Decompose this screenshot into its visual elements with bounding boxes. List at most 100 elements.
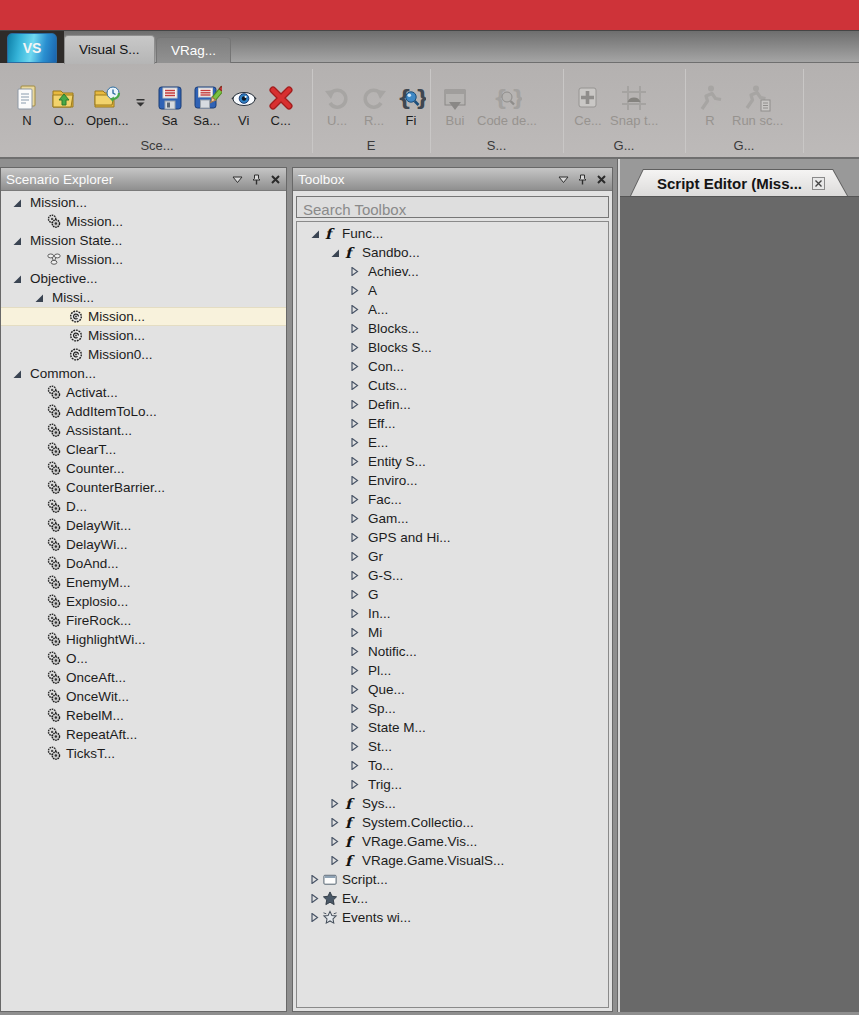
tree-item-mission0[interactable]: Mission0... — [1, 345, 286, 364]
expander-collapsed-icon[interactable] — [347, 381, 362, 390]
tree-item-missi[interactable]: Missi... — [1, 288, 286, 307]
script-editor-content[interactable] — [620, 196, 859, 1012]
tree-item-ev[interactable]: Ev... — [297, 889, 608, 908]
tree-item-defin[interactable]: Defin... — [297, 395, 608, 414]
tree-item-con[interactable]: Con... — [297, 357, 608, 376]
window-position-icon[interactable] — [558, 174, 569, 185]
tree-item-mission-state[interactable]: Mission State... — [1, 231, 286, 250]
expander-collapsed-icon[interactable] — [347, 685, 362, 694]
expander-expanded-icon[interactable] — [307, 229, 322, 239]
expander-collapsed-icon[interactable] — [347, 362, 362, 371]
tree-item-counter[interactable]: Counter... — [1, 459, 286, 478]
tree-item-counterbarrier[interactable]: CounterBarrier... — [1, 478, 286, 497]
tree-item-vrage-game-visuals[interactable]: fVRage.Game.VisualS... — [297, 851, 608, 870]
tree-item-system-collectio[interactable]: fSystem.Collectio... — [297, 813, 608, 832]
tree-item-pl[interactable]: Pl... — [297, 661, 608, 680]
expander-collapsed-icon[interactable] — [347, 628, 362, 637]
app-logo-button[interactable]: VS — [7, 33, 57, 63]
ribbon-tab-visual-scripting[interactable]: Visual S... — [64, 35, 155, 64]
toolbox-search-input[interactable] — [297, 197, 608, 217]
ribbon-button-open[interactable]: Open... — [86, 83, 129, 128]
tree-item-objective[interactable]: Objective... — [1, 269, 286, 288]
expander-collapsed-icon[interactable] — [347, 647, 362, 656]
tree-item-sys[interactable]: fSys... — [297, 794, 608, 813]
ribbon-button-c[interactable]: C... — [266, 83, 296, 128]
tree-item-g-s[interactable]: G-S... — [297, 566, 608, 585]
expander-collapsed-icon[interactable] — [327, 837, 342, 846]
tree-item-repeataft[interactable]: RepeatAft... — [1, 725, 286, 744]
tree-item-a[interactable]: A — [297, 281, 608, 300]
pin-icon[interactable] — [577, 174, 588, 185]
ribbon-button-vi[interactable]: Vi — [229, 83, 259, 128]
tree-item-mission[interactable]: Mission... — [1, 250, 286, 269]
tree-item-mi[interactable]: Mi — [297, 623, 608, 642]
expander-collapsed-icon[interactable] — [347, 305, 362, 314]
tree-item-script[interactable]: Script... — [297, 870, 608, 889]
expander-collapsed-icon[interactable] — [347, 476, 362, 485]
expander-collapsed-icon[interactable] — [347, 324, 362, 333]
expander-expanded-icon[interactable] — [9, 198, 24, 208]
expander-collapsed-icon[interactable] — [347, 552, 362, 561]
tree-item-st[interactable]: St... — [297, 737, 608, 756]
ribbon-button-n[interactable]: N — [12, 83, 42, 128]
tree-item-mission[interactable]: Mission... — [1, 307, 286, 326]
expander-collapsed-icon[interactable] — [347, 457, 362, 466]
tree-item-fac[interactable]: Fac... — [297, 490, 608, 509]
tree-item-gr[interactable]: Gr — [297, 547, 608, 566]
ribbon-button-o[interactable]: O... — [49, 83, 79, 128]
tree-item-in[interactable]: In... — [297, 604, 608, 623]
tree-item-vrage-game-vis[interactable]: fVRage.Game.Vis... — [297, 832, 608, 851]
expander-collapsed-icon[interactable] — [347, 400, 362, 409]
expander-collapsed-icon[interactable] — [347, 286, 362, 295]
expander-collapsed-icon[interactable] — [347, 571, 362, 580]
expander-collapsed-icon[interactable] — [327, 856, 342, 865]
tree-item-blocks-s[interactable]: Blocks S... — [297, 338, 608, 357]
tree-item-delaywit[interactable]: DelayWit... — [1, 516, 286, 535]
tree-item-mission[interactable]: Mission... — [1, 326, 286, 345]
tree-item-d[interactable]: D... — [1, 497, 286, 516]
ribbon-tab-vrage[interactable]: VRag... — [156, 37, 231, 63]
expander-collapsed-icon[interactable] — [347, 590, 362, 599]
tree-item-to[interactable]: To... — [297, 756, 608, 775]
script-editor-tab[interactable]: Script Editor (Miss... — [630, 169, 848, 196]
tree-item-onceaft[interactable]: OnceAft... — [1, 668, 286, 687]
tree-item-sp[interactable]: Sp... — [297, 699, 608, 718]
expander-collapsed-icon[interactable] — [347, 438, 362, 447]
tree-item-activat[interactable]: Activat... — [1, 383, 286, 402]
expander-collapsed-icon[interactable] — [307, 875, 322, 884]
tree-item-que[interactable]: Que... — [297, 680, 608, 699]
tree-item-oncewit[interactable]: OnceWit... — [1, 687, 286, 706]
tree-item-o[interactable]: O... — [1, 649, 286, 668]
close-icon[interactable] — [596, 174, 607, 185]
pin-icon[interactable] — [251, 174, 262, 185]
expander-collapsed-icon[interactable] — [347, 723, 362, 732]
ribbon-button-sa[interactable]: Sa — [155, 83, 185, 128]
dropdown-caret-icon[interactable] — [136, 93, 145, 111]
window-position-icon[interactable] — [232, 174, 243, 185]
tree-item-explosio[interactable]: Explosio... — [1, 592, 286, 611]
tree-item-gps-and-hi[interactable]: GPS and Hi... — [297, 528, 608, 547]
tree-item-entity-s[interactable]: Entity S... — [297, 452, 608, 471]
expander-collapsed-icon[interactable] — [347, 267, 362, 276]
expander-collapsed-icon[interactable] — [347, 343, 362, 352]
tree-item-cleart[interactable]: ClearT... — [1, 440, 286, 459]
tree-item-highlightwi[interactable]: HighlightWi... — [1, 630, 286, 649]
tree-item-a[interactable]: A... — [297, 300, 608, 319]
tree-item-e[interactable]: E... — [297, 433, 608, 452]
window-title-bar[interactable] — [0, 0, 859, 31]
tree-item-rebelm[interactable]: RebelM... — [1, 706, 286, 725]
tree-item-mission[interactable]: Mission... — [1, 212, 286, 231]
expander-collapsed-icon[interactable] — [307, 913, 322, 922]
expander-collapsed-icon[interactable] — [347, 533, 362, 542]
tree-item-enemym[interactable]: EnemyM... — [1, 573, 286, 592]
expander-collapsed-icon[interactable] — [347, 514, 362, 523]
tree-item-assistant[interactable]: Assistant... — [1, 421, 286, 440]
tree-item-achiev[interactable]: Achiev... — [297, 262, 608, 281]
tree-item-tickst[interactable]: TicksT... — [1, 744, 286, 763]
tree-item-state-m[interactable]: State M... — [297, 718, 608, 737]
tree-item-g[interactable]: G — [297, 585, 608, 604]
tree-item-mission[interactable]: Mission... — [1, 193, 286, 212]
tree-item-doand[interactable]: DoAnd... — [1, 554, 286, 573]
expander-collapsed-icon[interactable] — [347, 704, 362, 713]
expander-collapsed-icon[interactable] — [347, 780, 362, 789]
